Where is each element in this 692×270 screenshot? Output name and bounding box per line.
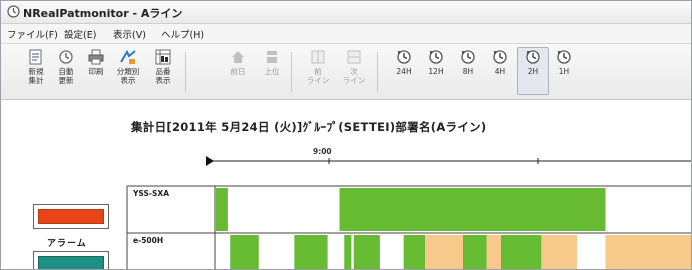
toolbar: 新規 集計 自動 更新 印刷 分類別 表示 品番 表示 前日 上位 前 ライン次 ライン 24H… xyxy=(1,44,691,100)
alarm-color-swatch xyxy=(38,209,104,224)
toolbar-button-label: 印刷 xyxy=(88,67,104,76)
toolbar-button-label: 8H xyxy=(462,67,474,76)
status-segment-run xyxy=(339,188,606,231)
app-icon xyxy=(7,5,20,18)
toolbar-button-range-12h[interactable]: 12H xyxy=(421,48,451,94)
category-view-icon xyxy=(113,48,143,66)
timeline-chart xyxy=(126,156,691,269)
row-label-0: YSS-SXA xyxy=(133,189,169,198)
toolbar-button-range-2h[interactable]: 2H xyxy=(517,47,549,95)
toolbar-button-print[interactable]: 印刷 xyxy=(81,48,111,94)
toolbar-button-label: 自動 更新 xyxy=(58,67,74,85)
toolbar-button-range-4h[interactable]: 4H xyxy=(485,48,515,94)
toolbar-button-next-line: 次 ライン xyxy=(339,48,369,94)
alarm-filter-button[interactable] xyxy=(33,204,109,229)
clock-icon xyxy=(485,48,515,66)
status-segment-run xyxy=(216,188,228,231)
toolbar-button-label: 次 ライン xyxy=(342,67,366,85)
toolbar-button-label: 前日 xyxy=(230,67,246,76)
status-segment-stop xyxy=(486,235,501,269)
toolbar-button-label: 4H xyxy=(494,67,506,76)
toolbar-button-range-24h[interactable]: 24H xyxy=(389,48,419,94)
new-tally-icon xyxy=(21,48,51,66)
toolbar-button-previous-line: 前 ライン xyxy=(303,48,333,94)
up-icon xyxy=(257,48,287,66)
toolbar-button-new-tally[interactable]: 新規 集計 xyxy=(21,48,51,94)
toolbar-button-label: 新規 集計 xyxy=(28,67,44,85)
time-marker-label: 9:00 xyxy=(313,147,332,156)
status-segment-run xyxy=(403,235,425,269)
status-segment-stop xyxy=(541,235,577,269)
menu-view[interactable]: 表示(V) xyxy=(113,27,146,41)
alarm-label: アラーム xyxy=(47,239,87,249)
status-color-swatch xyxy=(38,256,104,269)
menu-settings[interactable]: 設定(E) xyxy=(64,27,96,41)
toolbar-button-up: 上位 xyxy=(257,48,287,94)
toolbar-button-range-8h[interactable]: 8H xyxy=(453,48,483,94)
status-segment-run xyxy=(501,235,542,269)
toolbar-separator xyxy=(291,52,292,92)
next-line-icon xyxy=(339,48,369,66)
toolbar-button-label: 前 ライン xyxy=(306,67,330,85)
row-label-1: e-500H xyxy=(133,236,164,245)
previous-line-icon xyxy=(303,48,333,66)
toolbar-button-part-number[interactable]: 品番 表示 xyxy=(148,48,178,94)
toolbar-button-category-view[interactable]: 分類別 表示 xyxy=(113,48,143,94)
auto-refresh-icon xyxy=(51,48,81,66)
title-bar: NRealPatmonitor - Aライン xyxy=(1,1,691,24)
clock-icon xyxy=(421,48,451,66)
status-segment-stop xyxy=(605,235,691,269)
menu-file[interactable]: ファイル(F) xyxy=(7,27,58,41)
status-segment-run xyxy=(230,235,259,269)
part-number-icon xyxy=(148,48,178,66)
clock-icon xyxy=(389,48,419,66)
menu-bar: ファイル(F) 設定(E) 表示(V) ヘルプ(H) xyxy=(1,24,691,44)
toolbar-button-range-1h[interactable]: 1H xyxy=(549,48,579,94)
timeline-start-arrow xyxy=(206,156,214,166)
clock-icon xyxy=(549,48,579,66)
status-segment-run xyxy=(344,235,352,269)
toolbar-button-auto-refresh[interactable]: 自動 更新 xyxy=(51,48,81,94)
toolbar-separator xyxy=(185,52,186,92)
toolbar-separator xyxy=(377,52,378,92)
window-title: NRealPatmonitor - Aライン xyxy=(23,7,183,20)
app-window: NRealPatmonitor - Aライン ファイル(F) 設定(E) 表示(… xyxy=(0,0,692,270)
toolbar-button-previous-day: 前日 xyxy=(223,48,253,94)
status-segment-run xyxy=(463,235,487,269)
toolbar-button-label: 1H xyxy=(558,67,570,76)
clock-icon xyxy=(518,48,548,66)
print-icon xyxy=(81,48,111,66)
toolbar-button-label: 品番 表示 xyxy=(155,67,171,85)
previous-day-icon xyxy=(223,48,253,66)
toolbar-button-label: 24H xyxy=(396,67,412,76)
toolbar-button-label: 2H xyxy=(527,67,539,76)
toolbar-button-label: 分類別 表示 xyxy=(116,67,140,85)
toolbar-button-label: 12H xyxy=(428,67,444,76)
status-segment-run xyxy=(353,235,380,269)
menu-help[interactable]: ヘルプ(H) xyxy=(161,27,204,41)
report-area: 集計日[2011年 5月24日 (火)]ｸﾞﾙｰﾌﾟ(SETTEI)部署名(Aラ… xyxy=(1,100,691,269)
status-segment-run xyxy=(294,235,328,269)
clock-icon xyxy=(453,48,483,66)
toolbar-button-label: 上位 xyxy=(264,67,280,76)
status-segment-stop xyxy=(425,235,463,269)
status-filter-button[interactable] xyxy=(33,251,109,269)
